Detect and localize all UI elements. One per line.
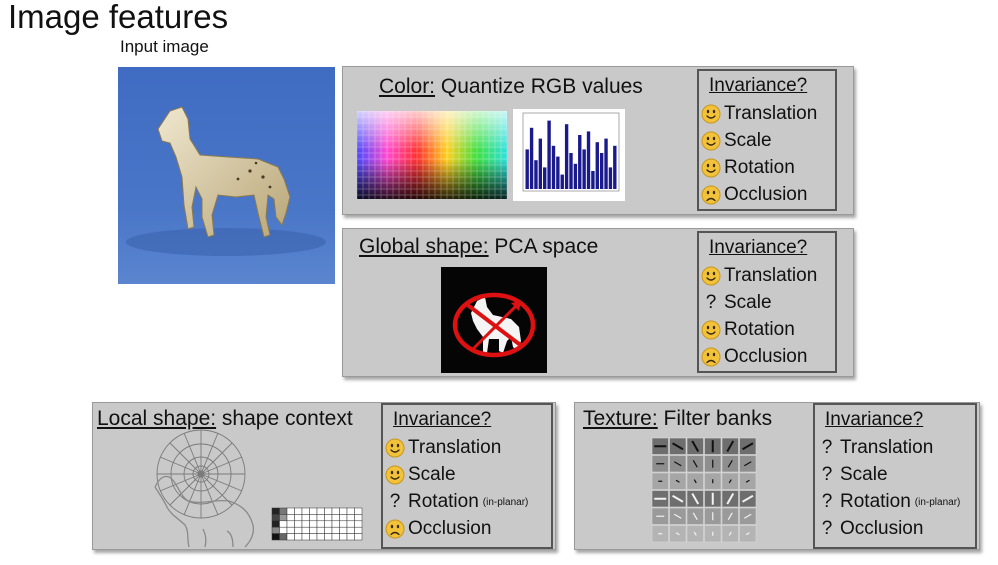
page-title: Image features (8, 0, 229, 35)
local-shape-feature-panel: Local shape: shape context Invariance? T… (92, 402, 556, 550)
question-mark: ? (389, 491, 401, 512)
invariance-item-occlusion: Occlusion (701, 184, 807, 206)
histogram-bar (534, 160, 538, 189)
invariance-label: Translation (724, 265, 818, 286)
invariance-item-scale: ? Scale (701, 292, 772, 314)
histogram-bar (564, 124, 569, 189)
histogram-bar (599, 153, 604, 189)
question-mark: ? (821, 464, 833, 485)
histogram-bar (525, 149, 529, 189)
smile-face-icon (701, 266, 721, 286)
shape-context-diagram (154, 429, 255, 548)
color-invariance-box: Invariance? Translation Scale Rotation Occl… (697, 69, 837, 211)
invariance-item-rotation: ? Rotation (in-planar) (385, 491, 529, 513)
color-histogram (513, 109, 625, 201)
invariance-item-rotation: Rotation (701, 157, 795, 179)
invariance-label: Occlusion (724, 184, 808, 205)
smile-face-icon (385, 465, 405, 485)
local-shape-invariance-box: Invariance? Translation Scale? Rotation (in… (381, 403, 553, 549)
invariance-item-rotation: ? Rotation (in-planar) (817, 491, 961, 513)
pca-no-symbol-image (441, 267, 547, 373)
histogram-bar (547, 120, 551, 189)
global-shape-feature-panel: Global shape: PCA space Invariance? Tran… (342, 228, 854, 377)
invariance-item-scale: Scale (385, 464, 456, 486)
histogram-bar (595, 142, 599, 189)
invariance-item-occlusion: Occlusion (701, 346, 807, 368)
invariance-item-translation: Translation (701, 265, 817, 287)
histogram-bar (569, 153, 573, 189)
color-heading: Color: Quantize RGB values (379, 75, 643, 98)
invariance-label: Scale (724, 130, 772, 151)
invariance-note: (in-planar) (914, 496, 961, 508)
texture-feature-panel: Texture: Filter banks Invariance? ? Trans… (574, 402, 980, 550)
histogram-bar (573, 163, 578, 189)
histogram-bar (578, 135, 582, 189)
invariance-label: Translation (408, 437, 502, 458)
filter-bank-grid (651, 437, 757, 543)
input-image-label: Input image (120, 37, 209, 56)
frown-face-icon (701, 347, 721, 367)
invariance-item-rotation: Rotation (701, 319, 795, 341)
invariance-label: Translation (724, 103, 818, 124)
texture-heading: Texture: Filter banks (583, 407, 773, 430)
invariance-item-scale: ? Scale (817, 464, 888, 486)
histogram-bar (551, 145, 556, 189)
invariance-title: Invariance? (393, 409, 492, 430)
histogram-bar (556, 156, 560, 189)
histogram-bar (613, 145, 617, 189)
smile-face-icon (701, 131, 721, 151)
histogram-bar (591, 171, 595, 189)
invariance-label: Scale (724, 292, 772, 313)
invariance-label: Rotation (724, 319, 795, 340)
smile-face-icon (701, 158, 721, 178)
histogram-bar (586, 131, 591, 189)
invariance-item-occlusion: ? Occlusion (817, 518, 924, 540)
invariance-item-translation: ? Translation (817, 437, 934, 459)
invariance-title: Invariance? (709, 237, 808, 258)
invariance-label: Occlusion (408, 518, 492, 539)
question-mark: ? (821, 491, 833, 512)
frown-face-icon (701, 185, 721, 205)
frown-face-icon (385, 519, 405, 539)
question-mark: ? (705, 292, 717, 313)
question-mark: ? (821, 518, 833, 539)
invariance-title: Invariance? (825, 409, 924, 430)
invariance-note: (in-planar) (482, 496, 529, 508)
texture-invariance-box: Invariance? ? Translation? Scale? Rotation(… (813, 403, 977, 549)
smile-face-icon (701, 104, 721, 124)
invariance-label: Rotation (724, 157, 795, 178)
input-image (118, 67, 335, 284)
invariance-item-translation: Translation (385, 437, 501, 459)
invariance-label: Rotation (840, 491, 911, 512)
shape-context-histogram (271, 507, 363, 541)
color-feature-panel: Color: Quantize RGB values Invariance? T… (342, 66, 854, 215)
invariance-item-translation: Translation (701, 103, 817, 125)
histogram-bar (582, 149, 586, 189)
rgb-palette-grid (357, 111, 507, 199)
invariance-item-scale: Scale (701, 130, 772, 152)
smile-face-icon (385, 438, 405, 458)
histogram-bar (604, 138, 608, 189)
question-mark: ? (821, 437, 833, 458)
histogram-bar (608, 167, 613, 189)
invariance-label: Occlusion (840, 518, 924, 539)
smile-face-icon (701, 320, 721, 340)
invariance-label: Scale (840, 464, 888, 485)
local-shape-heading: Local shape: shape context (97, 407, 353, 430)
invariance-label: Translation (840, 437, 934, 458)
histogram-bar (560, 174, 564, 189)
histogram-bar (538, 138, 543, 189)
invariance-item-occlusion: Occlusion (385, 518, 491, 540)
invariance-label: Occlusion (724, 346, 808, 367)
histogram-bar (529, 127, 534, 189)
global-shape-invariance-box: Invariance? Translation? Scale Rotation Occ… (697, 231, 837, 373)
global-shape-heading: Global shape: PCA space (359, 235, 599, 258)
invariance-title: Invariance? (709, 75, 808, 96)
histogram-bar (543, 167, 547, 189)
invariance-label: Scale (408, 464, 456, 485)
invariance-label: Rotation (408, 491, 479, 512)
